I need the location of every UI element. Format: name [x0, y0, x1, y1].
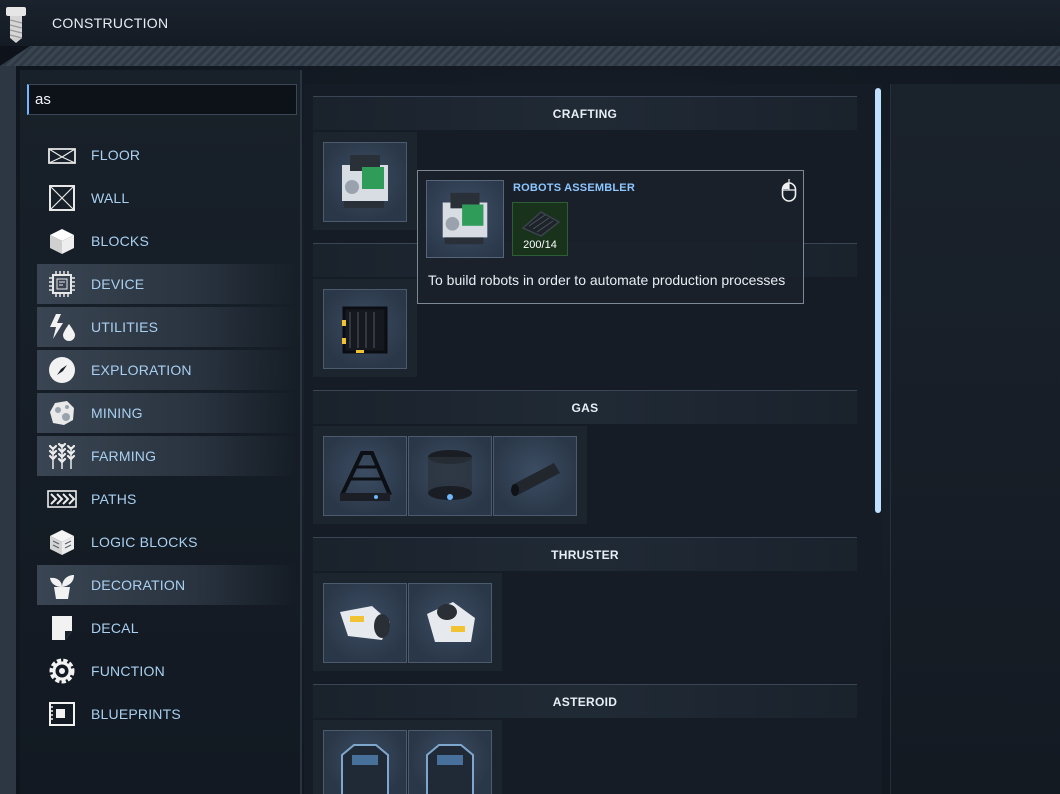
resource-requirement: 200/14 — [512, 202, 568, 256]
category-mining[interactable]: MINING — [37, 393, 297, 433]
category-decoration[interactable]: DECORATION — [37, 565, 297, 605]
item-gas-derrick[interactable] — [323, 436, 407, 516]
item-tooltip: ROBOTS ASSEMBLER 200/14 To build robots … — [417, 170, 804, 304]
category-blueprints[interactable]: BLUEPRINTS — [37, 694, 297, 734]
resource-count: 200/14 — [523, 239, 557, 251]
category-blocks[interactable]: BLOCKS — [37, 221, 297, 261]
item-thruster-small[interactable] — [323, 583, 407, 663]
wheat-icon — [48, 442, 76, 469]
item-list-scrollbar[interactable] — [875, 88, 881, 513]
robots-assembler-thumbnail — [442, 192, 488, 245]
category-label: LOGIC BLOCKS — [91, 534, 198, 550]
category-label: MINING — [91, 405, 143, 421]
floor-icon — [48, 148, 76, 164]
decal-icon — [52, 616, 72, 640]
metal-plate-icon — [521, 211, 561, 237]
logic-cube-icon — [50, 530, 74, 555]
category-device[interactable]: DEVICE — [37, 264, 297, 304]
tooltip-item-name: ROBOTS ASSEMBLER — [513, 182, 635, 194]
blocks-icon — [50, 229, 74, 254]
category-label: FUNCTION — [91, 663, 165, 679]
category-label: EXPLORATION — [91, 362, 192, 378]
section-title: ASTEROID — [552, 695, 618, 709]
section-header-crafting: CRAFTING — [313, 96, 857, 130]
frame-edge — [0, 66, 16, 794]
category-label: DECAL — [91, 620, 139, 636]
category-label: BLOCKS — [91, 233, 149, 249]
asteroid-module-thumbnail — [426, 744, 474, 794]
gas-tank-thumbnail — [428, 450, 472, 500]
category-utilities[interactable]: UTILITIES — [37, 307, 297, 347]
asteroid-icon — [50, 401, 74, 425]
item-robots-assembler[interactable] — [323, 142, 407, 222]
category-label: FARMING — [91, 448, 157, 464]
search-input[interactable] — [29, 85, 296, 114]
header-strip — [0, 46, 1060, 66]
category-function[interactable]: FUNCTION — [37, 651, 297, 691]
category-wall[interactable]: WALL — [37, 178, 297, 218]
category-paths[interactable]: PATHS — [37, 479, 297, 519]
section-header-gas: GAS — [313, 390, 857, 424]
section-title: CRAFTING — [552, 107, 618, 121]
tooltip-thumbnail — [426, 180, 504, 258]
item-cage-frame[interactable] — [323, 289, 407, 369]
tooltip-description: To build robots in order to automate pro… — [428, 272, 786, 288]
section-header-thruster: THRUSTER — [313, 537, 857, 571]
details-panel — [890, 84, 1060, 794]
category-label: DEVICE — [91, 276, 145, 292]
cage-frame-thumbnail — [342, 306, 388, 354]
category-label: BLUEPRINTS — [91, 706, 181, 722]
blueprint-icon — [49, 702, 75, 726]
gear-icon — [49, 658, 75, 684]
plant-icon — [50, 575, 74, 599]
category-label: WALL — [91, 190, 130, 206]
chevrons-icon — [47, 490, 77, 508]
thruster-large-thumbnail — [427, 602, 475, 642]
category-label: UTILITIES — [91, 319, 159, 335]
compass-icon — [49, 357, 75, 383]
category-label: DECORATION — [91, 577, 186, 593]
screw-icon — [6, 7, 26, 43]
mouse-icon — [781, 179, 797, 202]
category-label: PATHS — [91, 491, 137, 507]
utilities-bolt-drop-icon — [50, 314, 75, 341]
page-title: CONSTRUCTION — [52, 15, 169, 31]
section-title: GAS — [571, 401, 599, 415]
thruster-small-thumbnail — [340, 606, 390, 640]
item-asteroid-module-1[interactable] — [323, 730, 407, 794]
item-gas-tank[interactable] — [408, 436, 492, 516]
category-farming[interactable]: FARMING — [37, 436, 297, 476]
section-header-asteroid: ASTEROID — [313, 684, 857, 718]
robots-assembler-thumbnail — [342, 155, 388, 208]
category-label: FLOOR — [91, 147, 141, 163]
item-gas-pipe[interactable] — [493, 436, 577, 516]
search-field[interactable] — [27, 84, 297, 115]
category-floor[interactable]: FLOOR — [37, 135, 297, 175]
category-logic-blocks[interactable]: LOGIC BLOCKS — [37, 522, 297, 562]
gas-pipe-thumbnail — [511, 463, 560, 496]
category-decal[interactable]: DECAL — [37, 608, 297, 648]
item-asteroid-module-2[interactable] — [408, 730, 492, 794]
asteroid-module-thumbnail — [341, 744, 389, 794]
top-bar: CONSTRUCTION — [0, 0, 1060, 46]
device-chip-icon — [49, 271, 75, 297]
category-exploration[interactable]: EXPLORATION — [37, 350, 297, 390]
wall-icon — [49, 185, 75, 211]
gas-derrick-thumbnail — [340, 451, 392, 501]
item-thruster-large[interactable] — [408, 583, 492, 663]
section-title: THRUSTER — [551, 548, 619, 562]
